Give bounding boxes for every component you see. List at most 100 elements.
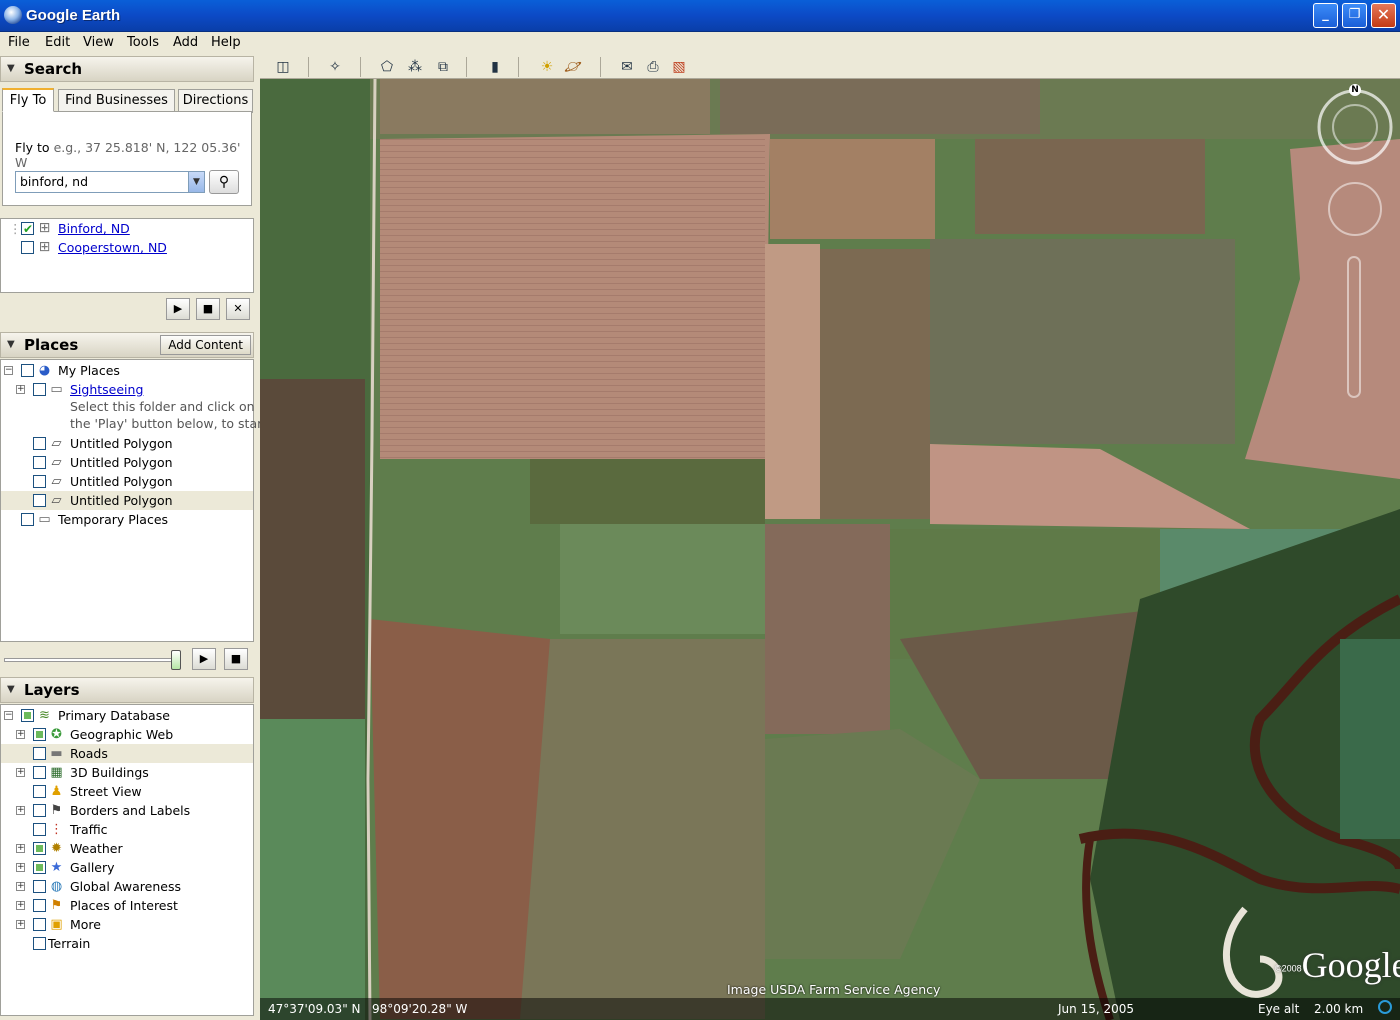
checkbox[interactable]: [33, 383, 46, 396]
checkbox[interactable]: [33, 823, 46, 836]
minimize-button[interactable]: _: [1313, 3, 1338, 28]
menu-help[interactable]: Help: [211, 35, 241, 50]
menu-view[interactable]: View: [83, 35, 114, 50]
checkbox[interactable]: [33, 747, 46, 760]
collapse-triangle-icon[interactable]: ▼: [7, 63, 15, 74]
checkbox[interactable]: [33, 475, 46, 488]
tree-item-layer[interactable]: + ▣ More: [1, 915, 253, 934]
fly-to-input[interactable]: binford, nd ▼: [15, 171, 205, 193]
places-section-header[interactable]: ▼ Places Add Content: [0, 332, 254, 358]
stop-tour-button[interactable]: ■: [224, 648, 248, 670]
tab-directions[interactable]: Directions: [178, 89, 253, 113]
tree-item-terrain[interactable]: Terrain: [1, 934, 253, 953]
checkbox[interactable]: [33, 785, 46, 798]
add-placemark-icon[interactable]: ✧: [324, 57, 346, 77]
checkbox[interactable]: [33, 437, 46, 450]
sunlight-icon[interactable]: ☀: [536, 57, 558, 77]
expand-icon[interactable]: +: [16, 901, 25, 910]
sidebar-toggle-icon[interactable]: ◫: [272, 57, 294, 77]
menu-tools[interactable]: Tools: [127, 35, 159, 50]
menu-file[interactable]: File: [8, 35, 30, 50]
tab-find-businesses[interactable]: Find Businesses: [58, 89, 175, 113]
collapse-triangle-icon[interactable]: ▼: [7, 339, 15, 350]
tree-item-layer[interactable]: + ◍ Global Awareness: [1, 877, 253, 896]
add-path-icon[interactable]: ⁂: [404, 57, 426, 77]
collapse-icon[interactable]: −: [4, 711, 13, 720]
play-button[interactable]: ▶: [166, 298, 190, 320]
tour-slider[interactable]: [4, 650, 181, 670]
tree-item-layer[interactable]: ♟ Street View: [1, 782, 253, 801]
print-icon[interactable]: ⎙: [642, 57, 664, 77]
play-tour-button[interactable]: ▶: [192, 648, 216, 670]
layers-section-header[interactable]: ▼ Layers: [0, 677, 254, 703]
menu-add[interactable]: Add: [173, 35, 198, 50]
result-link-cooperstown[interactable]: Cooperstown, ND: [58, 238, 167, 257]
ruler-icon[interactable]: ▮: [484, 57, 506, 77]
tree-item-temporary-places[interactable]: ▭ Temporary Places: [1, 510, 253, 529]
tab-fly-to[interactable]: Fly To: [2, 88, 54, 112]
add-content-button[interactable]: Add Content: [160, 335, 251, 355]
checkbox[interactable]: [33, 728, 46, 741]
list-item[interactable]: ⋮ ⊞ Binford, ND: [1, 219, 253, 239]
close-button[interactable]: ✕: [1371, 3, 1396, 28]
checkbox[interactable]: [33, 918, 46, 931]
nav-compass[interactable]: [1315, 79, 1400, 409]
expand-icon[interactable]: +: [16, 844, 25, 853]
checkbox[interactable]: [21, 364, 34, 377]
list-item[interactable]: ⊞ Cooperstown, ND: [1, 238, 253, 257]
tree-item-layer[interactable]: ▬ Roads: [1, 744, 253, 763]
chevron-down-icon[interactable]: ▼: [188, 172, 204, 192]
add-overlay-icon[interactable]: ⧉: [432, 57, 454, 77]
expand-icon[interactable]: +: [16, 920, 25, 929]
map-view[interactable]: N Image USDA Farm Service Agency ©2008Go…: [260, 79, 1400, 1020]
result-checkbox[interactable]: [21, 220, 34, 239]
checkbox[interactable]: [33, 804, 46, 817]
checkbox[interactable]: [21, 709, 34, 722]
compass-north-icon[interactable]: N: [1349, 84, 1361, 96]
checkbox[interactable]: [33, 494, 46, 507]
expand-icon[interactable]: +: [16, 730, 25, 739]
tree-item-layer[interactable]: + ⚑ Borders and Labels: [1, 801, 253, 820]
checkbox[interactable]: [33, 880, 46, 893]
search-section-header[interactable]: ▼ Search: [0, 56, 254, 82]
collapse-icon[interactable]: −: [4, 366, 13, 375]
planet-icon[interactable]: 🪐︎: [562, 57, 584, 77]
checkbox[interactable]: [21, 513, 34, 526]
result-checkbox[interactable]: [21, 241, 34, 254]
expand-icon[interactable]: +: [16, 863, 25, 872]
tree-item-my-places[interactable]: − ◕ My Places: [1, 361, 253, 380]
tree-item-polygon[interactable]: ▱ Untitled Polygon: [1, 434, 253, 453]
tree-item-layer[interactable]: + ✪ Geographic Web: [1, 725, 253, 744]
navigation-controls[interactable]: N: [1315, 79, 1400, 409]
view-in-maps-icon[interactable]: ▧: [668, 57, 690, 77]
result-link-binford[interactable]: Binford, ND: [58, 219, 130, 238]
add-polygon-icon[interactable]: ⬠: [376, 57, 398, 77]
collapse-triangle-icon[interactable]: ▼: [7, 684, 15, 695]
search-button[interactable]: ⚲: [209, 170, 239, 194]
menu-edit[interactable]: Edit: [45, 35, 70, 50]
expand-icon[interactable]: +: [16, 806, 25, 815]
checkbox[interactable]: [33, 456, 46, 469]
tree-item-layer[interactable]: + ▦ 3D Buildings: [1, 763, 253, 782]
maximize-button[interactable]: ❐: [1342, 3, 1367, 28]
expand-icon[interactable]: +: [16, 882, 25, 891]
tree-item-polygon[interactable]: ▱ Untitled Polygon: [1, 491, 253, 510]
checkbox[interactable]: [33, 842, 46, 855]
tree-item-primary-database[interactable]: − ≋ Primary Database: [1, 706, 253, 725]
checkbox[interactable]: [33, 937, 46, 950]
tree-item-layer[interactable]: + ✹ Weather: [1, 839, 253, 858]
checkbox[interactable]: [33, 861, 46, 874]
clear-results-button[interactable]: ✕: [226, 298, 250, 320]
checkbox[interactable]: [33, 766, 46, 779]
tree-item-layer[interactable]: ⋮ Traffic: [1, 820, 253, 839]
tree-item-polygon[interactable]: ▱ Untitled Polygon: [1, 453, 253, 472]
expand-icon[interactable]: +: [16, 385, 25, 394]
tree-item-polygon[interactable]: ▱ Untitled Polygon: [1, 472, 253, 491]
stop-button[interactable]: ■: [196, 298, 220, 320]
slider-thumb[interactable]: [171, 650, 181, 670]
expand-icon[interactable]: +: [16, 768, 25, 777]
email-icon[interactable]: ✉: [616, 57, 638, 77]
checkbox[interactable]: [33, 899, 46, 912]
tree-item-layer[interactable]: + ⚑ Places of Interest: [1, 896, 253, 915]
tree-item-layer[interactable]: + ★ Gallery: [1, 858, 253, 877]
